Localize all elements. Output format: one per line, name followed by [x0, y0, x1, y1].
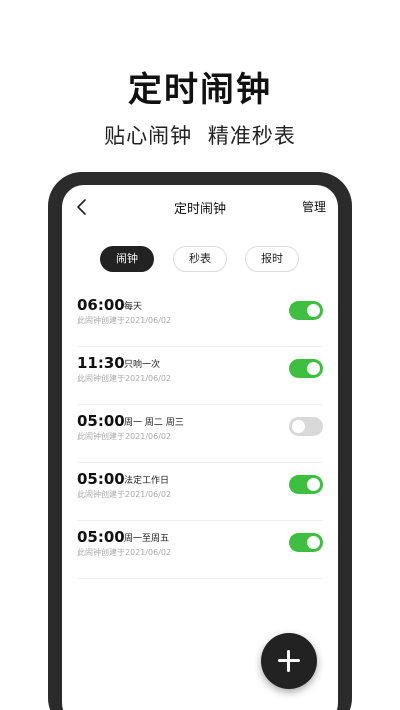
alarm-repeat: 每天 — [124, 302, 143, 312]
alarm-created-note: 此闹钟创建于2021/06/02 — [77, 490, 172, 499]
alarm-row[interactable]: 05:00 周一 周二 周三 此闹钟创建于2021/06/02 — [77, 405, 323, 463]
promo-subtitle: 贴心闹钟 精准秒表 — [104, 124, 296, 148]
toggle-knob — [292, 420, 305, 433]
toggle-knob — [307, 362, 320, 375]
add-alarm-button[interactable] — [261, 633, 317, 689]
alarm-time: 06:00 — [77, 296, 125, 314]
manage-button[interactable]: 管理 — [302, 198, 326, 215]
alarm-repeat: 只响一次 — [124, 360, 161, 370]
alarm-created-note: 此闹钟创建于2021/06/02 — [77, 548, 172, 557]
promo-title: 定时闹钟 — [128, 70, 272, 110]
phone-screen: 定时闹钟 管理 闹钟 秒表 报时 06:00 每天 此闹钟创建于2021/06/… — [62, 185, 338, 710]
plus-icon — [287, 650, 290, 672]
alarm-created-note: 此闹钟创建于2021/06/02 — [77, 316, 172, 325]
alarm-created-note: 此闹钟创建于2021/06/02 — [77, 374, 172, 383]
alarm-row[interactable]: 06:00 每天 此闹钟创建于2021/06/02 — [77, 289, 323, 347]
alarm-row[interactable]: 11:30 只响一次 此闹钟创建于2021/06/02 — [77, 347, 323, 405]
toggle-knob — [307, 536, 320, 549]
alarm-row[interactable]: 05:00 周一至周五 此闹钟创建于2021/06/02 — [77, 521, 323, 579]
tab-alarm[interactable]: 闹钟 — [100, 246, 154, 272]
alarm-list: 06:00 每天 此闹钟创建于2021/06/02 11:30 只响一次 此闹钟… — [77, 289, 323, 579]
alarm-repeat: 法定工作日 — [124, 476, 170, 486]
alarm-toggle[interactable] — [289, 417, 323, 436]
alarm-row[interactable]: 05:00 法定工作日 此闹钟创建于2021/06/02 — [77, 463, 323, 521]
alarm-time: 05:00 — [77, 470, 125, 488]
nav-bar: 定时闹钟 管理 — [62, 185, 338, 229]
alarm-toggle[interactable] — [289, 475, 323, 494]
tab-time-announce[interactable]: 报时 — [245, 246, 299, 272]
alarm-time: 05:00 — [77, 412, 125, 430]
alarm-time: 11:30 — [77, 354, 125, 372]
alarm-repeat: 周一 周二 周三 — [124, 418, 184, 428]
alarm-time: 05:00 — [77, 528, 125, 546]
alarm-toggle[interactable] — [289, 301, 323, 320]
tab-stopwatch[interactable]: 秒表 — [173, 246, 227, 272]
alarm-repeat: 周一至周五 — [124, 534, 170, 544]
toggle-knob — [307, 304, 320, 317]
alarm-created-note: 此闹钟创建于2021/06/02 — [77, 432, 172, 441]
alarm-toggle[interactable] — [289, 533, 323, 552]
nav-title: 定时闹钟 — [173, 202, 226, 217]
tab-bar: 闹钟 秒表 报时 — [62, 246, 338, 272]
toggle-knob — [307, 478, 320, 491]
alarm-toggle[interactable] — [289, 359, 323, 378]
